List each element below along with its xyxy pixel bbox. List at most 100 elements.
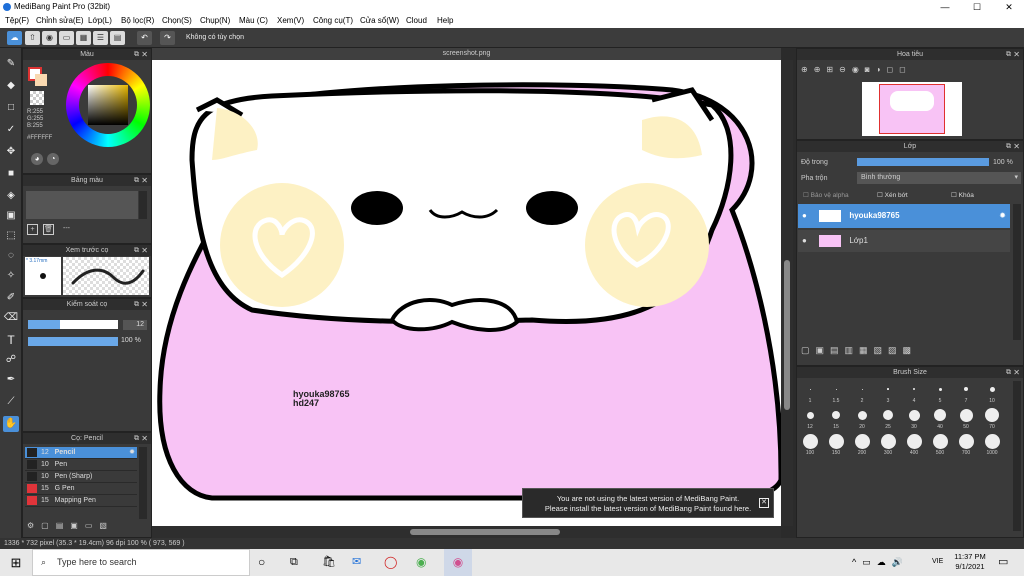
menu-edit[interactable]: Chỉnh sửa(E) [36, 16, 84, 25]
close-button[interactable]: ✕ [994, 0, 1024, 14]
brush-size-option[interactable]: 100 [798, 433, 822, 457]
brush-size-option[interactable]: 3 [876, 381, 900, 405]
brush-size-option[interactable]: 300 [876, 433, 900, 457]
cloud-icon[interactable]: ☁ [7, 31, 22, 45]
task-view-icon[interactable]: ○ [258, 549, 265, 576]
gear-icon[interactable]: ✹ [129, 447, 135, 459]
scrollbar[interactable] [139, 447, 147, 519]
blend-mode-select[interactable]: Bình thường ▾ [857, 172, 1021, 184]
popout-icon[interactable]: ⧉ [134, 433, 139, 444]
dropper-tool-icon[interactable]: ✒ [3, 372, 19, 388]
canvas-area[interactable]: hyouka98765 hd247 [152, 60, 781, 526]
background-color-swatch[interactable] [35, 74, 47, 86]
update-notice[interactable]: You are not using the latest version of … [522, 488, 774, 518]
popout-icon[interactable]: ⧉ [1006, 367, 1011, 378]
brush-size-option[interactable]: 10 [980, 381, 1004, 405]
layer-actions[interactable]: ▢▣▤▥▦▧▨▩ [801, 345, 917, 356]
minimize-button[interactable]: — [930, 0, 960, 14]
scrollbar[interactable] [1013, 204, 1021, 340]
chrome-icon[interactable]: ◉ [416, 549, 426, 576]
mail-icon[interactable]: ✉ [352, 549, 361, 576]
navigator-tools[interactable]: ⊕⊕⊞⊖◉◙◑◻◻ [801, 65, 912, 74]
dropper-icon[interactable]: ◔ [47, 153, 59, 165]
menu-layer[interactable]: Lớp(L) [88, 16, 112, 25]
menu-select[interactable]: Chọn(S) [162, 16, 192, 25]
palette-icon[interactable]: ◕ [31, 153, 43, 165]
palette-item[interactable]: --- [63, 225, 70, 232]
gradient-tool-icon[interactable]: ▣ [3, 208, 19, 224]
chat-icon[interactable]: ▭ [59, 31, 74, 45]
scrollbar[interactable] [1013, 381, 1021, 531]
panel-icon[interactable]: ▤ [110, 31, 125, 45]
brush-size-option[interactable]: 50 [954, 407, 978, 431]
brush-size-option[interactable]: 4 [902, 381, 926, 405]
store-icon[interactable]: 🛍 [322, 549, 336, 576]
magic-wand-icon[interactable]: ✧ [3, 268, 19, 284]
upload-icon[interactable]: ⇧ [25, 31, 40, 45]
tray-icons[interactable]: ^▭☁🔊 [852, 549, 909, 576]
close-icon[interactable]: ✕ [141, 49, 148, 60]
brush-size-option[interactable]: 40 [928, 407, 952, 431]
redo-icon[interactable]: ↷ [160, 31, 175, 45]
move-tool-icon[interactable]: ✥ [3, 144, 19, 160]
brush-size-option[interactable]: 400 [902, 433, 926, 457]
brush-size-option[interactable]: 500 [928, 433, 952, 457]
operation-tool-icon[interactable]: ☍ [3, 352, 19, 368]
horizontal-scrollbar[interactable] [152, 526, 781, 538]
selection-mode-label[interactable]: Không có tùy chọn [186, 34, 244, 41]
close-icon[interactable]: ✕ [141, 433, 148, 444]
list-icon[interactable]: ☰ [93, 31, 108, 45]
layer-row[interactable]: ● hyouka98765 ✹ [798, 204, 1010, 228]
widgets-icon[interactable]: ⧉ [290, 549, 298, 576]
close-icon[interactable]: ✕ [1013, 49, 1020, 60]
brush-item-g-pen[interactable]: 15 G Pen [25, 483, 137, 495]
brush-size-option[interactable]: 700 [954, 433, 978, 457]
hue-wheel[interactable] [66, 63, 150, 147]
brush-item-pen-sharp[interactable]: 10 Pen (Sharp) [25, 471, 137, 483]
brush-size-option[interactable]: 25 [876, 407, 900, 431]
select-pen-icon[interactable]: ✐ [3, 290, 19, 306]
transparent-swatch[interactable] [30, 91, 44, 105]
layer-opacity-slider[interactable] [857, 158, 989, 166]
brush-tool-icon[interactable]: ✎ [3, 56, 19, 72]
maximize-button[interactable]: ☐ [962, 0, 992, 14]
opera-icon[interactable]: ◯ [384, 549, 397, 576]
brush-size-option[interactable]: 30 [902, 407, 926, 431]
close-icon[interactable]: ✕ [1013, 141, 1020, 152]
protect-alpha-checkbox[interactable]: ☐ Bảo vệ alpha [803, 191, 849, 199]
close-icon[interactable]: ✕ [141, 299, 148, 310]
menu-tools[interactable]: Công cụ(T) [313, 16, 353, 25]
lasso-tool-icon[interactable]: ◌ [3, 248, 19, 264]
popout-icon[interactable]: ⧉ [1006, 141, 1011, 152]
menu-view[interactable]: Xem(V) [277, 16, 304, 25]
brush-size-option[interactable]: 2 [850, 381, 874, 405]
close-icon[interactable]: ✕ [141, 245, 148, 256]
grid-icon[interactable]: ▦ [76, 31, 91, 45]
popout-icon[interactable]: ⧉ [134, 245, 139, 256]
brush-item-pencil[interactable]: 12 Pencil ✹ [25, 447, 137, 459]
close-icon[interactable]: ✕ [1013, 367, 1020, 378]
brush-size-option[interactable]: 7 [954, 381, 978, 405]
hand-tool-icon[interactable]: ✋ [3, 416, 19, 432]
brush-size-slider[interactable] [28, 320, 118, 329]
document-tab[interactable]: screenshot.png [152, 48, 781, 60]
select-eraser-icon[interactable]: ⌫ [3, 310, 19, 326]
rect-select-icon[interactable]: □ [3, 100, 19, 116]
brush-size-option[interactable]: 15 [824, 407, 848, 431]
brush-size-option[interactable]: 1000 [980, 433, 1004, 457]
comment-icon[interactable]: ◉ [42, 31, 57, 45]
close-icon[interactable]: ✕ [759, 498, 769, 508]
divide-tool-icon[interactable]: ⟋ [3, 394, 19, 410]
brush-list-actions[interactable]: ⚙▢▤▣▭▧ [27, 521, 147, 533]
lock-checkbox[interactable]: ☐ Khóa [951, 191, 974, 199]
gear-icon[interactable]: ✹ [999, 204, 1006, 228]
layer-row[interactable]: ● Lớp1 [798, 230, 1010, 252]
brush-size-option[interactable]: 1 [798, 381, 822, 405]
menu-color[interactable]: Màu (C) [239, 16, 268, 25]
scrollbar[interactable] [139, 191, 147, 219]
popout-icon[interactable]: ⧉ [134, 49, 139, 60]
search-input[interactable]: ⌕ Type here to search [32, 549, 250, 576]
language-indicator[interactable]: VIE [932, 558, 943, 565]
medibang-taskbar-icon[interactable]: ◉ [444, 549, 472, 576]
new-palette-icon[interactable]: + [27, 224, 38, 235]
